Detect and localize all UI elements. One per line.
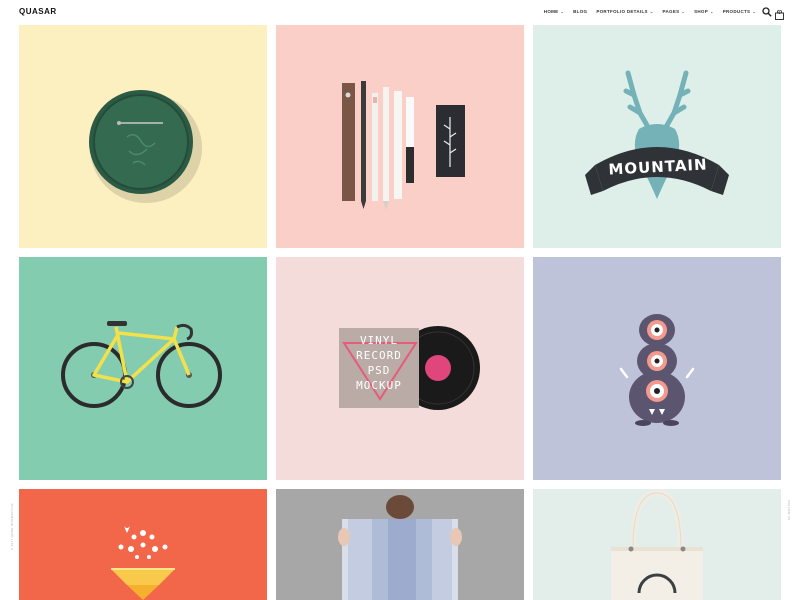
portfolio-item-pin-button[interactable] <box>19 25 267 248</box>
tote-bag-image <box>611 489 703 600</box>
nav-item-portfolio-details[interactable]: PORTFOLIO DETAILS ⌄ <box>596 9 653 14</box>
nav-item-home[interactable]: HOME ⌄ <box>544 9 564 14</box>
portfolio-item-tote-bag[interactable] <box>533 489 781 600</box>
chevron-down-icon: ⌄ <box>681 9 686 14</box>
cart-button[interactable]: 0 <box>775 7 784 20</box>
stationery-image <box>342 81 465 210</box>
pin-button-image <box>89 90 202 203</box>
copyright-vertical: © 2017 QODE INTERACTIVE <box>6 480 14 600</box>
search-icon[interactable] <box>762 7 772 17</box>
nav-item-shop[interactable]: SHOP ⌄ <box>694 9 714 14</box>
follow-text: FOLLOW US <box>787 500 791 521</box>
nav-item-pages[interactable]: PAGES ⌄ <box>663 9 686 14</box>
monster-image <box>619 314 695 426</box>
nav-item-label: PORTFOLIO DETAILS <box>596 9 648 14</box>
poster-image <box>338 495 462 600</box>
cart-count: 0 <box>778 10 781 15</box>
nav-item-label: PRODUCTS <box>722 9 751 14</box>
chevron-down-icon: ⌄ <box>710 9 714 14</box>
portfolio-item-deer-badge[interactable]: MOUNTAIN <box>533 25 781 248</box>
portfolio-item-stationery[interactable] <box>276 25 524 248</box>
nav-item-products[interactable]: PRODUCTS ⌄ <box>723 9 756 14</box>
copyright-text: © 2017 QODE INTERACTIVE <box>10 503 14 550</box>
chevron-down-icon: ⌄ <box>649 9 654 14</box>
nav-item-label: PAGES <box>662 9 680 14</box>
nav-item-label: SHOP <box>694 9 709 14</box>
site-logo[interactable]: QUASAR <box>19 7 57 16</box>
portfolio-item-diamond-drops[interactable] <box>19 489 267 600</box>
cover-line: RECORD <box>356 349 402 362</box>
portfolio-item-poster[interactable] <box>276 489 524 600</box>
nav-item-blog[interactable]: BLOG <box>573 9 587 14</box>
portfolio-item-monster[interactable] <box>533 257 781 480</box>
cover-title: VINYL RECORD PSD MOCKUP <box>339 333 419 393</box>
portfolio-item-bicycle[interactable] <box>19 257 267 480</box>
site-header: QUASAR HOME ⌄ BLOG PORTFOLIO DETAILS ⌄ PAG… <box>0 0 800 25</box>
deer-badge-image <box>585 70 729 199</box>
portfolio-item-vinyl-record[interactable]: VINYL RECORD PSD MOCKUP <box>276 257 524 480</box>
main-nav: HOME ⌄ BLOG PORTFOLIO DETAILS ⌄ PAGES ⌄ SHO… <box>544 9 756 14</box>
diamond-drops-image <box>111 525 175 600</box>
chevron-down-icon: ⌄ <box>752 9 756 14</box>
nav-item-label: HOME <box>543 9 559 14</box>
chevron-down-icon: ⌄ <box>560 9 565 14</box>
cover-line: VINYL <box>359 334 399 347</box>
follow-vertical[interactable]: FOLLOW US <box>786 480 794 600</box>
cover-line: PSD <box>367 364 391 377</box>
nav-item-label: BLOG <box>573 9 588 14</box>
cover-line: MOCKUP <box>356 379 402 392</box>
bicycle-image <box>61 321 222 408</box>
